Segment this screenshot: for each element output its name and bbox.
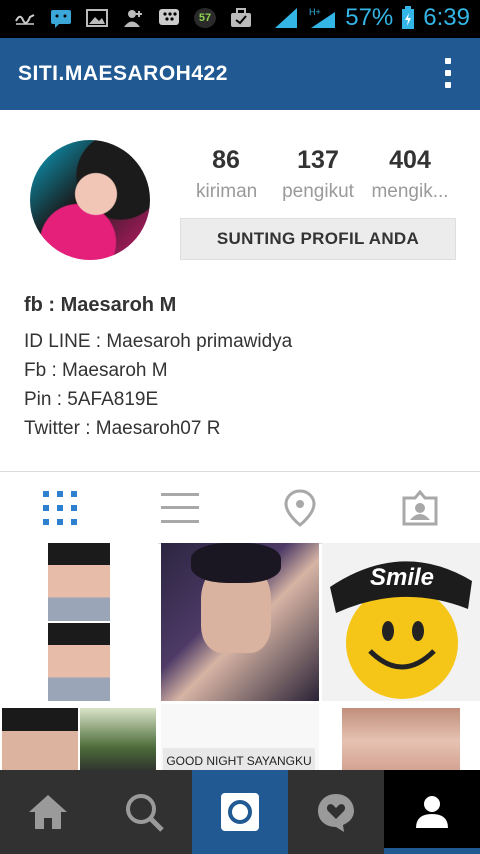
followers-stat[interactable]: 137 pengikut [278, 146, 358, 203]
following-count: 404 [389, 146, 431, 174]
bio-line: Pin : 5AFA819E [24, 389, 159, 410]
post-thumbnail[interactable]: GOOD NIGHT SAYANGKU [161, 704, 319, 771]
battery-percent: 57% [345, 4, 394, 31]
overflow-menu-icon[interactable] [444, 58, 452, 92]
bio-name: fb : Maesaroh M [24, 294, 177, 316]
status-bar: 57 H+ 57% 6:39 [0, 0, 480, 38]
briefcase-icon [230, 8, 252, 28]
bio-line: Twitter : Maesaroh07 R [24, 418, 221, 439]
list-icon [161, 493, 199, 523]
home-icon [29, 795, 67, 829]
post-thumbnail[interactable] [322, 704, 480, 771]
activity-icon [318, 794, 354, 832]
signature-icon [14, 8, 36, 28]
grid-icon [43, 491, 77, 525]
tab-list[interactable] [120, 472, 240, 544]
nav-camera[interactable] [192, 770, 288, 854]
post-caption: GOOD NIGHT SAYANGKU [163, 748, 315, 771]
bio-line: ID LINE : Maesaroh primawidya [24, 331, 293, 352]
following-label: mengik... [371, 181, 449, 202]
following-stat[interactable]: 404 mengik... [364, 146, 456, 203]
badge-icon: 57 [194, 8, 216, 28]
camera-icon [221, 793, 259, 831]
nav-home[interactable] [0, 770, 96, 854]
tagged-photos-icon [402, 490, 438, 526]
app-header: SITI.MAESAROH422 [0, 38, 480, 110]
image-icon [86, 8, 108, 28]
svg-text:H+: H+ [309, 7, 321, 17]
posts-stat[interactable]: 86 kiriman [196, 146, 258, 203]
posts-label: kiriman [196, 181, 258, 202]
post-grid: Smile GOOD NIGHT SAYANGKU [0, 543, 480, 771]
clock: 6:39 [423, 4, 470, 31]
profile-username: SITI.MAESAROH422 [18, 62, 228, 85]
tab-tagged[interactable] [360, 472, 480, 544]
svg-text:Smile: Smile [370, 564, 434, 591]
bio-line: Fb : Maesaroh M [24, 360, 168, 381]
nav-profile[interactable] [384, 770, 480, 854]
post-thumbnail[interactable]: Smile [322, 543, 480, 701]
posts-count: 86 [212, 146, 240, 174]
post-thumbnail[interactable] [0, 704, 158, 771]
cell-signal-icon: H+ [309, 7, 336, 28]
search-icon [126, 794, 164, 832]
view-tabs [0, 472, 480, 544]
tab-location[interactable] [240, 472, 360, 544]
bio: fb : Maesaroh M ID LINE : Maesaroh prima… [24, 294, 292, 443]
followers-label: pengikut [282, 181, 354, 202]
chat-icon [50, 8, 72, 28]
followers-count: 137 [297, 146, 339, 174]
nav-search[interactable] [96, 770, 192, 854]
edit-profile-button[interactable]: SUNTING PROFIL ANDA [180, 218, 456, 260]
bottom-navigation [0, 770, 480, 854]
bbm-icon [158, 8, 180, 28]
smile-emoji-image: Smile [330, 561, 472, 699]
profile-icon [416, 796, 448, 828]
battery-icon [402, 6, 415, 29]
wifi-signal-icon [275, 8, 298, 28]
tab-grid[interactable] [0, 472, 120, 544]
location-pin-icon [284, 489, 316, 527]
post-thumbnail[interactable] [0, 543, 158, 701]
post-thumbnail[interactable] [161, 543, 319, 701]
person-add-icon [122, 8, 144, 28]
avatar[interactable] [30, 140, 150, 260]
nav-activity[interactable] [288, 770, 384, 854]
